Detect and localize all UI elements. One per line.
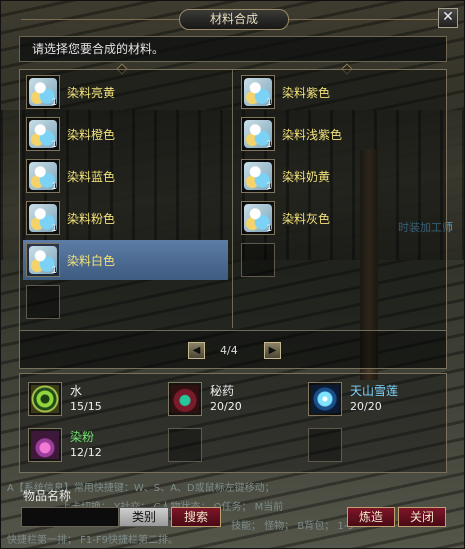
- item-slot: 1: [26, 159, 60, 193]
- material-label: 染料紫色: [282, 86, 331, 100]
- category-button[interactable]: 类别: [119, 507, 169, 527]
- stack-count: 1: [266, 140, 272, 150]
- ingredient-name: 天山雪莲: [350, 384, 399, 398]
- stack-count: 1: [51, 98, 57, 108]
- material-label: 染料亮黄: [67, 86, 116, 100]
- material-item-light-purple-dye[interactable]: 1 染料浅紫色: [238, 114, 443, 154]
- ingredient-count: 15/15: [70, 400, 102, 413]
- material-label: 染料蓝色: [67, 170, 116, 184]
- material-item-orange-dye[interactable]: 1 染料橙色: [23, 114, 228, 154]
- ingredient-snow-lotus[interactable]: 天山雪莲 20/20: [302, 376, 437, 420]
- ingredient-name: 水: [70, 384, 83, 398]
- item-slot: 1: [26, 243, 60, 277]
- ingredient-count: 20/20: [210, 400, 242, 413]
- item-slot: 1: [26, 75, 60, 109]
- stack-count: 1: [266, 182, 272, 192]
- item-name-input[interactable]: [21, 507, 119, 527]
- stack-count: 1: [51, 224, 57, 234]
- item-slot: 1: [26, 201, 60, 235]
- item-slot: 1: [241, 159, 275, 193]
- ingredient-panel: 水 15/15 秘药 20/20 天山雪莲 20/20 染粉 12/12: [19, 373, 447, 473]
- dye-powder-icon: [31, 431, 59, 459]
- material-label: 染料橙色: [67, 128, 116, 142]
- ingredient-water[interactable]: 水 15/15: [22, 376, 157, 420]
- material-list: 1 染料亮黄 1 染料紫色 1 染料橙色 1 染料浅紫色 1 染料蓝色 1 染料…: [19, 69, 447, 369]
- material-label: 染料浅紫色: [282, 128, 343, 142]
- list-divider: [232, 70, 233, 328]
- item-name-label: 物品名称: [23, 489, 72, 503]
- ingredient-count: 12/12: [70, 446, 102, 459]
- ingredient-secret-potion[interactable]: 秘药 20/20: [162, 376, 297, 420]
- craft-button[interactable]: 炼造: [347, 507, 395, 527]
- material-label: 染料灰色: [282, 212, 331, 226]
- item-slot: 1: [241, 117, 275, 151]
- potion-icon: [171, 385, 199, 413]
- material-label: 染料白色: [67, 254, 116, 268]
- pagination-bar: ◀ 4/4 ▶: [20, 330, 446, 368]
- material-item-empty: [238, 240, 443, 280]
- item-slot: [168, 382, 202, 416]
- material-item-blue-dye[interactable]: 1 染料蓝色: [23, 156, 228, 196]
- material-item-pink-dye[interactable]: 1 染料粉色: [23, 198, 228, 238]
- system-chat-line: 技能； 怪物； B背包； 1-9: [231, 521, 354, 532]
- material-item-gray-dye[interactable]: 1 染料灰色: [238, 198, 443, 238]
- window-title: 材料合成: [179, 9, 289, 30]
- stack-count: 1: [51, 140, 57, 150]
- empty-item-slot: [168, 428, 202, 462]
- ingredient-name: 秘药: [210, 384, 235, 398]
- page-indicator: 4/4: [220, 344, 238, 357]
- material-label: 染料奶黄: [282, 170, 331, 184]
- item-slot: [28, 428, 62, 462]
- material-label: 染料粉色: [67, 212, 116, 226]
- title-decoration-right: [289, 19, 439, 20]
- material-item-purple-dye[interactable]: 1 染料紫色: [238, 72, 443, 112]
- material-item-empty: [23, 282, 228, 322]
- stack-count: 1: [266, 224, 272, 234]
- ingredient-count: 20/20: [350, 400, 382, 413]
- item-slot: [308, 382, 342, 416]
- item-slot: 1: [26, 117, 60, 151]
- item-slot: 1: [241, 201, 275, 235]
- empty-item-slot: [241, 243, 275, 277]
- close-icon[interactable]: ✕: [438, 8, 458, 28]
- ingredient-empty: [162, 422, 297, 466]
- stack-count: 1: [51, 182, 57, 192]
- ingredient-empty: [302, 422, 437, 466]
- stack-count: 1: [266, 98, 272, 108]
- snow-lotus-icon: [311, 385, 339, 413]
- ingredient-dye-powder[interactable]: 染粉 12/12: [22, 422, 157, 466]
- material-item-bright-yellow-dye[interactable]: 1 染料亮黄: [23, 72, 228, 112]
- next-page-button[interactable]: ▶: [264, 342, 281, 359]
- material-item-white-dye[interactable]: 1 染料白色: [23, 240, 228, 280]
- system-chat-line: 快捷栏第一排； F1-F9快捷栏第二排。: [7, 535, 179, 546]
- item-slot: [28, 382, 62, 416]
- empty-item-slot: [308, 428, 342, 462]
- previous-page-button[interactable]: ◀: [188, 342, 205, 359]
- title-decoration-left: [21, 19, 179, 20]
- close-button[interactable]: 关闭: [398, 507, 446, 527]
- material-synthesis-window: 材料合成 ✕ 请选择您要合成的材料。 1 染料亮黄 1 染料紫色 1 染料橙色: [0, 0, 465, 549]
- ingredient-name: 染粉: [70, 430, 95, 444]
- material-item-cream-dye[interactable]: 1 染料奶黄: [238, 156, 443, 196]
- empty-item-slot: [26, 285, 60, 319]
- stack-count: 1: [51, 266, 57, 276]
- item-slot: 1: [241, 75, 275, 109]
- search-button[interactable]: 搜索: [171, 507, 221, 527]
- instruction-text: 请选择您要合成的材料。: [19, 36, 447, 62]
- water-icon: [31, 385, 59, 413]
